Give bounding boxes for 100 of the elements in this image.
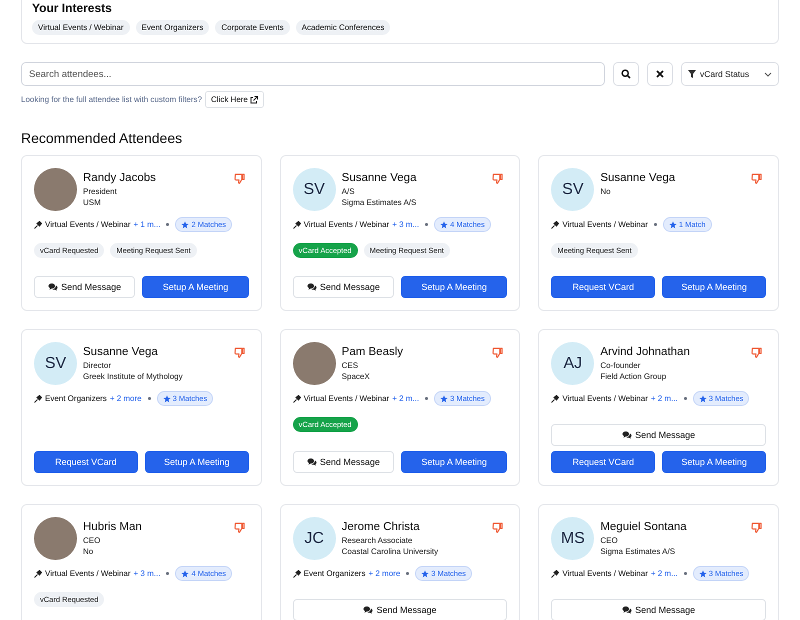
clear-button[interactable] [647, 62, 673, 86]
initials-avatar: SV [551, 168, 594, 211]
pin-icon [34, 570, 42, 578]
pin-icon [292, 220, 301, 228]
chat-icon [622, 606, 632, 614]
more-link[interactable]: + 2 more [110, 394, 142, 403]
interest-text: Event Organizers [304, 569, 366, 578]
star-icon [698, 394, 707, 402]
attendee-name: Susanne Vega [600, 172, 676, 184]
chat-icon [363, 606, 374, 614]
initials-avatar: SV [292, 168, 336, 211]
star-icon [440, 394, 448, 402]
chat-icon [622, 431, 632, 439]
attendee-name: Susanne Vega [83, 346, 159, 358]
attendee-detail: Field Action Group [600, 371, 668, 382]
star-icon [698, 570, 707, 578]
attendee-detail: Sigma Estimates A/S [342, 197, 418, 208]
star-icon [162, 394, 171, 402]
interest-text: Virtual Events / Webinar [45, 569, 131, 578]
click-here-button[interactable]: Click Here [204, 91, 264, 108]
action-button[interactable]: Request VCard [551, 451, 656, 473]
interest-chip: Virtual Events / Webinar [32, 20, 130, 35]
action-button[interactable]: Setup A Meeting [142, 276, 249, 298]
send-message-button[interactable]: Send Message [551, 424, 766, 446]
send-message-button[interactable]: Send Message [34, 276, 136, 298]
initials-avatar: AJ [551, 342, 594, 385]
close-icon [656, 70, 664, 78]
pin-icon [292, 570, 301, 578]
chat-icon [48, 283, 58, 291]
attendee-name: Meguiel Sontana [600, 521, 688, 533]
attendee-detail: CEO [600, 535, 619, 546]
interest-text: Virtual Events / Webinar [562, 220, 648, 229]
attendee-detail: Co-founder [600, 360, 642, 371]
action-button[interactable]: Setup A Meeting [662, 276, 766, 298]
pin-icon [34, 394, 42, 402]
star-icon [668, 220, 677, 228]
interest-chip: Event Organizers [136, 20, 210, 35]
more-link[interactable]: + 2 m... [650, 569, 678, 578]
thumbs-down-icon[interactable] [234, 347, 245, 358]
pin-icon [551, 570, 560, 578]
search-field[interactable]: Search attendees... [21, 62, 605, 86]
more-link[interactable]: + 2 m... [392, 394, 420, 403]
interest-text: Virtual Events / Webinar [562, 569, 648, 578]
initials-avatar: SV [34, 342, 77, 385]
star-icon [181, 570, 190, 578]
thumbs-down-icon[interactable] [492, 522, 504, 533]
hint-text: Looking for the full attendee list with custom filters? [21, 95, 202, 104]
attendee-name: Randy Jacobs [83, 172, 157, 184]
attendee-detail: USM [83, 197, 102, 208]
interest-text: Virtual Events / Webinar [304, 220, 390, 229]
action-button[interactable]: Setup A Meeting [401, 276, 508, 298]
interest-chip: Corporate Events [215, 20, 290, 35]
thumbs-down-icon[interactable] [234, 522, 245, 533]
attendee-detail: No [83, 546, 94, 557]
attendee-detail: President [83, 186, 118, 197]
attendee-detail: Sigma Estimates A/S [600, 546, 676, 557]
thumbs-down-icon[interactable] [751, 347, 762, 358]
send-message-button[interactable]: Send Message [292, 599, 508, 620]
star-icon [440, 220, 448, 228]
vcard-status-dropdown[interactable]: vCard Status [681, 62, 779, 86]
search-icon [621, 69, 631, 79]
thumbs-down-icon[interactable] [751, 522, 762, 533]
attendee-name: Hubris Man [83, 521, 143, 533]
interest-text: Event Organizers [45, 394, 107, 403]
attendee-detail: No [600, 186, 612, 197]
attendee-detail: Research Associate [342, 535, 414, 546]
attendee-detail: Director [83, 360, 112, 371]
attendee-detail: Greek Institute of Mythology [83, 371, 184, 382]
attendee-detail: CEO [83, 535, 102, 546]
chat-icon [306, 458, 317, 466]
interest-chip: Academic Conferences [296, 20, 390, 35]
attendee-name: Jerome Christa [342, 521, 421, 533]
attendee-name: Susanne Vega [342, 172, 418, 184]
photo-placeholder [292, 342, 336, 385]
thumbs-down-icon[interactable] [492, 173, 504, 184]
action-button[interactable]: Setup A Meeting [144, 451, 249, 473]
thumbs-down-icon[interactable] [751, 173, 762, 184]
external-link-icon [250, 96, 258, 104]
attendee-name: Arvind Johnathan [600, 346, 691, 358]
section-title: Recommended Attendees [21, 130, 184, 146]
interests-title: Your Interests [32, 0, 113, 15]
more-link[interactable]: + 2 m... [650, 394, 678, 403]
search-button[interactable] [613, 62, 639, 86]
thumbs-down-icon[interactable] [234, 173, 245, 184]
more-link[interactable]: + 3 m... [392, 220, 420, 229]
more-link[interactable]: + 2 more [368, 569, 400, 578]
chat-icon [306, 283, 317, 291]
more-link[interactable]: + 1 m... [134, 220, 160, 229]
action-button[interactable]: Setup A Meeting [662, 451, 766, 473]
send-message-button[interactable]: Send Message [292, 451, 394, 473]
more-link[interactable]: + 3 m... [134, 569, 160, 578]
send-message-button[interactable]: Send Message [292, 276, 394, 298]
attendee-name: Pam Beasly [342, 346, 404, 358]
action-button[interactable]: Setup A Meeting [401, 451, 508, 473]
action-button[interactable]: Request VCard [34, 451, 138, 473]
thumbs-down-icon[interactable] [492, 347, 504, 358]
action-button[interactable]: Request VCard [551, 276, 656, 298]
interest-text: Virtual Events / Webinar [562, 394, 648, 403]
send-message-button[interactable]: Send Message [551, 599, 766, 620]
attendee-detail: CES [342, 360, 360, 371]
